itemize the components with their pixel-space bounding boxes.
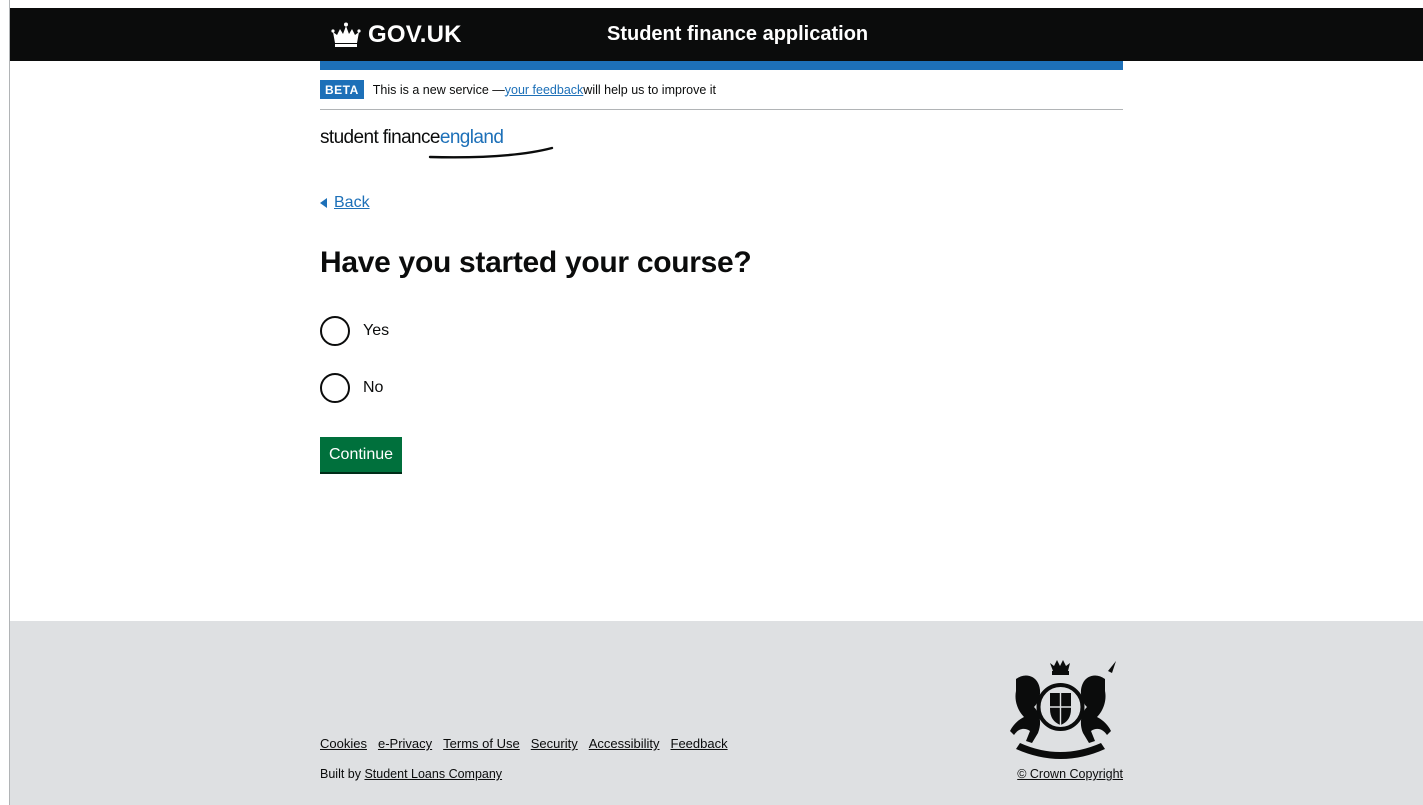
back-triangle-icon bbox=[320, 198, 327, 208]
page-heading: Have you started your course? bbox=[320, 246, 752, 279]
crown-copyright-link[interactable]: © Crown Copyright bbox=[1017, 767, 1123, 781]
phase-banner: BETA This is a new service — your feedba… bbox=[320, 70, 1123, 110]
footer: Cookies e-Privacy Terms of Use Security … bbox=[10, 621, 1423, 805]
continue-button[interactable]: Continue bbox=[320, 437, 403, 472]
govuk-header: GOV.UK Student finance application bbox=[10, 8, 1423, 61]
logo-swoosh-icon bbox=[428, 146, 554, 159]
built-by-prefix: Built by bbox=[320, 767, 365, 781]
beta-tag: BETA bbox=[320, 80, 364, 99]
footer-link-accessibility[interactable]: Accessibility bbox=[589, 736, 660, 751]
student-loans-company-link[interactable]: Student Loans Company bbox=[364, 767, 502, 781]
royal-coat-of-arms-icon bbox=[1010, 660, 1116, 759]
built-by-text: Built by Student Loans Company bbox=[320, 767, 502, 781]
window-left-edge bbox=[0, 0, 10, 805]
service-name-link[interactable]: Student finance application bbox=[607, 23, 868, 46]
radio-no-label: No bbox=[363, 379, 384, 396]
radio-no[interactable]: No bbox=[320, 373, 383, 403]
header-blue-bar bbox=[320, 61, 1123, 70]
back-link-label: Back bbox=[334, 194, 370, 211]
footer-inner: Cookies e-Privacy Terms of Use Security … bbox=[320, 621, 1123, 805]
govuk-logotype: GOV.UK bbox=[368, 21, 462, 48]
radio-yes[interactable]: Yes bbox=[320, 316, 389, 346]
radio-yes-circle[interactable] bbox=[320, 316, 350, 346]
footer-links: Cookies e-Privacy Terms of Use Security … bbox=[320, 736, 739, 751]
footer-link-e-privacy[interactable]: e-Privacy bbox=[378, 736, 432, 751]
crown-icon bbox=[331, 22, 361, 47]
govuk-logo-link[interactable]: GOV.UK bbox=[330, 21, 462, 49]
phase-text-before: This is a new service — bbox=[372, 82, 505, 97]
footer-link-security[interactable]: Security bbox=[531, 736, 578, 751]
main-container: BETA This is a new service — your feedba… bbox=[320, 61, 1123, 472]
footer-link-cookies[interactable]: Cookies bbox=[320, 736, 367, 751]
window-top-edge bbox=[0, 0, 1423, 8]
footer-link-feedback[interactable]: Feedback bbox=[671, 736, 728, 751]
feedback-link[interactable]: your feedback bbox=[505, 83, 584, 97]
radio-no-circle[interactable] bbox=[320, 373, 350, 403]
footer-link-terms-of-use[interactable]: Terms of Use bbox=[443, 736, 520, 751]
back-link[interactable]: Back bbox=[320, 194, 370, 212]
radio-yes-label: Yes bbox=[363, 322, 390, 339]
student-finance-england-logo: student financeengland bbox=[320, 127, 554, 159]
phase-text-after: will help us to improve it bbox=[583, 82, 716, 97]
